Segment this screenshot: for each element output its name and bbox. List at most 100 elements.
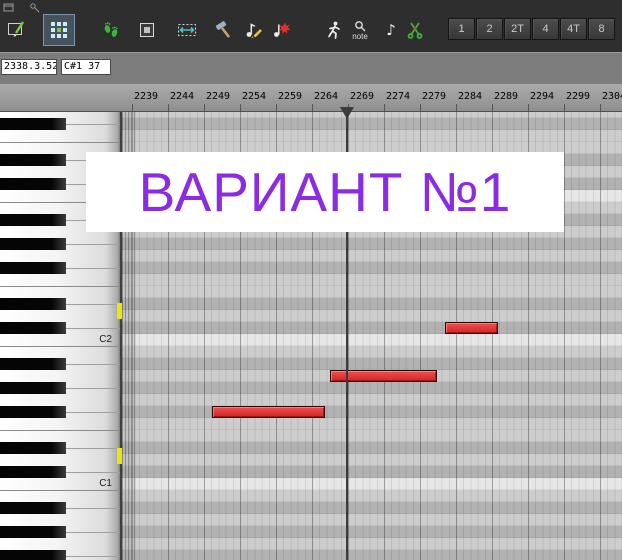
grid-row-Gs0[interactable] (122, 526, 622, 538)
playhead-marker[interactable] (340, 107, 354, 119)
ruler-tick (240, 104, 241, 111)
grid-row-Gs2[interactable] (122, 238, 622, 250)
ruler-tick (276, 104, 277, 111)
piano-key-Fs2[interactable] (0, 262, 66, 274)
grid-row-G0[interactable] (122, 538, 622, 550)
grid-row-F1[interactable] (122, 418, 622, 430)
ruler-label: 2264 (314, 91, 339, 102)
midi-note-Cs2[interactable] (445, 322, 498, 334)
note-readout[interactable]: C#1 37 (61, 59, 111, 75)
quantize-note-button[interactable]: note (344, 15, 376, 45)
scissors-icon (407, 22, 423, 39)
grid-division-2[interactable]: 2 (476, 18, 503, 40)
grid-row-As1[interactable] (122, 358, 622, 370)
grid-row-E1[interactable] (122, 430, 622, 442)
ruler-tick (132, 104, 133, 111)
ruler-tick (420, 104, 421, 111)
footprints-icon (104, 22, 118, 37)
key-separator (0, 286, 120, 287)
grid-row-E2[interactable] (122, 286, 622, 298)
draw-note-button[interactable] (238, 15, 268, 45)
key-separator (0, 346, 120, 347)
grid-row-A0[interactable] (122, 514, 622, 526)
position-readout[interactable]: 2338.3.52 (1, 59, 57, 75)
midi-editor-window: note ♪ 1 2 2T 4 4T 8 2338.3.52 C#1 37 22… (0, 0, 622, 560)
banner-text: ВАРИАНТ №1 (138, 161, 512, 223)
hammer-icon (215, 21, 231, 38)
piano-key-As0[interactable] (0, 502, 66, 514)
piano-key-Ds3[interactable] (0, 154, 66, 166)
piano-key-Fs0[interactable] (0, 550, 66, 560)
piano-key-Ds2[interactable] (0, 298, 66, 310)
piano-key-Fs1[interactable] (0, 406, 66, 418)
split-notes-button[interactable] (400, 15, 430, 45)
pin-icon[interactable] (28, 1, 41, 14)
grid-row-Fs0[interactable] (122, 550, 622, 560)
timeline-ruler[interactable]: 2239 2244 2249 2254 2259 2264 2269 2274 2279 2284… (0, 84, 622, 112)
piano-key-Fs3[interactable] (0, 118, 66, 130)
ruler-label: 2244 (170, 91, 195, 102)
piano-key-Ds1[interactable] (0, 442, 66, 454)
grid-row-Fs2[interactable] (122, 262, 622, 274)
follow-playback-button[interactable] (96, 15, 126, 45)
grid-settings-button[interactable] (43, 14, 75, 46)
dock-icon[interactable] (2, 1, 15, 14)
hammer-tool-button[interactable] (208, 15, 238, 45)
grid-division-8[interactable]: 8 (588, 18, 615, 40)
key-separator (66, 412, 120, 413)
magnifier-icon (355, 20, 366, 31)
piano-key-Cs3[interactable] (0, 178, 66, 190)
grid-division-4[interactable]: 4 (532, 18, 559, 40)
grid-row-B1[interactable] (122, 346, 622, 358)
grid-row-G1[interactable] (122, 394, 622, 406)
grid-row-D2[interactable] (122, 310, 622, 322)
grid-row-B0[interactable] (122, 490, 622, 502)
ruler-label: 2259 (278, 91, 303, 102)
piano-key-As1[interactable] (0, 358, 66, 370)
grid-row-G2[interactable] (122, 250, 622, 262)
piano-key-Gs0[interactable] (0, 526, 66, 538)
eighth-note-icon: ♪ (386, 21, 396, 39)
key-separator (0, 142, 120, 143)
info-bar: 2338.3.52 C#1 37 (0, 52, 622, 84)
grid-row-C1[interactable] (122, 478, 622, 490)
key-label-C2: C2 (99, 334, 112, 345)
grid-row-F2[interactable] (122, 274, 622, 286)
piano-key-Gs2[interactable] (0, 238, 66, 250)
grid-row-Fs1[interactable] (122, 406, 622, 418)
erase-note-button[interactable] (266, 15, 296, 45)
marquee-select-icon (178, 24, 196, 36)
pencil-item-icon (8, 21, 25, 37)
key-separator (66, 448, 120, 449)
grid-row-Cs1[interactable] (122, 466, 622, 478)
piano-key-Gs1[interactable] (0, 382, 66, 394)
preview-notes-button[interactable] (132, 15, 162, 45)
grid-row-Cs2[interactable] (122, 322, 622, 334)
active-key-marker (117, 303, 122, 319)
grid-row-Ds2[interactable] (122, 298, 622, 310)
grid-row-D1[interactable] (122, 454, 622, 466)
key-separator (66, 556, 120, 557)
key-separator (66, 532, 120, 533)
key-separator (66, 304, 120, 305)
grid-division-2t[interactable]: 2T (504, 18, 531, 40)
piano-key-As2[interactable] (0, 214, 66, 226)
piano-key-Cs1[interactable] (0, 466, 66, 478)
grid-row-C2[interactable] (122, 334, 622, 346)
grid-division-4t[interactable]: 4T (560, 18, 587, 40)
grid-row-Ds1[interactable] (122, 442, 622, 454)
grid-row-Fs3[interactable] (122, 118, 622, 130)
key-separator (0, 430, 120, 431)
grid-row-Gs1[interactable] (122, 382, 622, 394)
marquee-select-button[interactable] (172, 15, 202, 45)
midi-note-Fs1[interactable] (212, 406, 325, 418)
toolbar: note ♪ 1 2 2T 4 4T 8 (0, 0, 622, 52)
piano-key-Cs2[interactable] (0, 322, 66, 334)
ruler-label: 2304 (602, 91, 622, 102)
grid-division-1[interactable]: 1 (448, 18, 475, 40)
grid-row-As0[interactable] (122, 502, 622, 514)
grid-row-F3[interactable] (122, 130, 622, 142)
key-separator (66, 268, 120, 269)
edit-item-button[interactable] (2, 15, 32, 45)
ruler-label: 2279 (422, 91, 447, 102)
